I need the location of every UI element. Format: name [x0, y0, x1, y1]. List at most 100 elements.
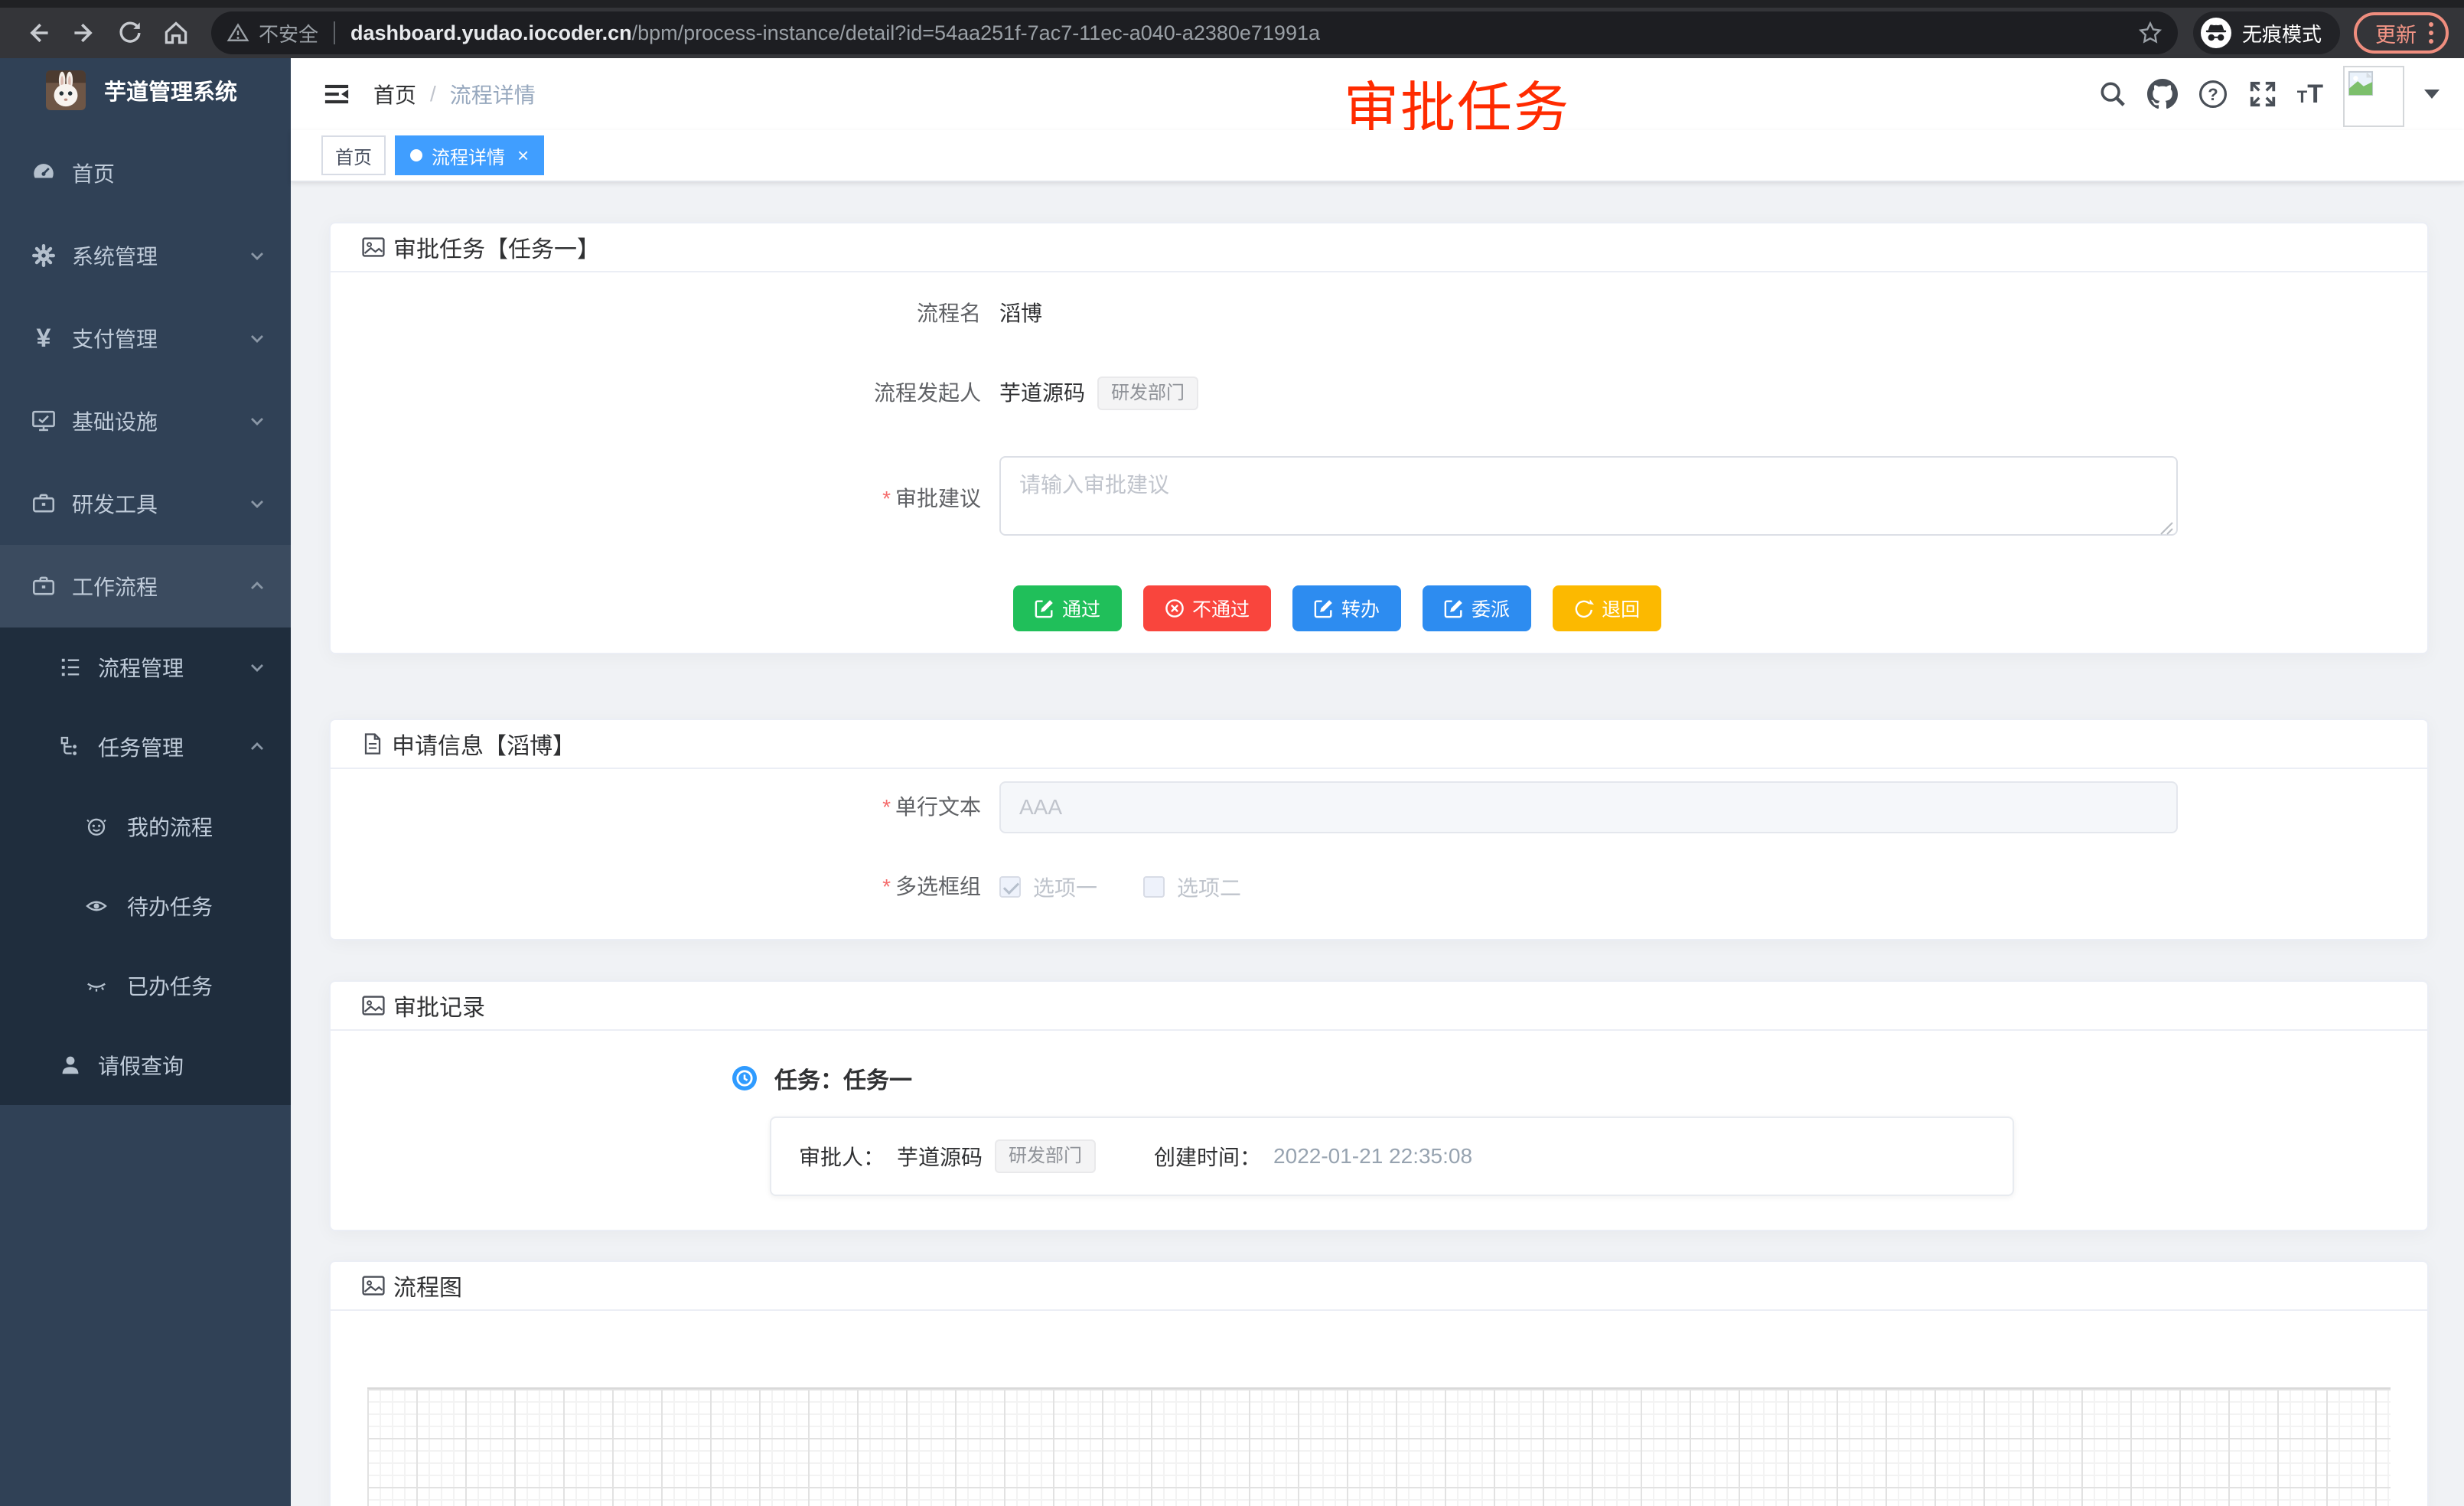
sidebar-item-devtools[interactable]: 研发工具: [0, 462, 291, 545]
svg-text:?: ?: [2208, 85, 2218, 104]
omnibox-divider: [334, 21, 335, 44]
field-value: 滔博: [999, 297, 1042, 331]
avatar[interactable]: [2343, 66, 2404, 127]
sidebar-item-home[interactable]: 首页: [0, 132, 291, 214]
broken-image-icon: [2348, 70, 2374, 96]
sidebar-item-infrastructure[interactable]: 基础设施: [0, 380, 291, 462]
card-body: [331, 1311, 2427, 1506]
person-icon: [58, 1053, 83, 1077]
security-status[interactable]: 不安全: [227, 19, 318, 47]
github-icon[interactable]: [2147, 79, 2178, 109]
return-button[interactable]: 退回: [1553, 585, 1661, 631]
bookmark-button[interactable]: [2138, 21, 2163, 45]
navbar-actions: ? TT: [2098, 58, 2440, 130]
reject-button[interactable]: 不通过: [1143, 585, 1271, 631]
checkbox-option-2: 选项二: [1143, 872, 1241, 902]
chevron-down-icon: [248, 246, 266, 265]
delegate-button[interactable]: 委派: [1423, 585, 1531, 631]
required-mark: *: [882, 875, 891, 898]
window-frame: [0, 0, 2464, 8]
sidebar-item-label: 系统管理: [72, 240, 233, 271]
sidebar-item-leave-query[interactable]: 请假查询: [0, 1025, 291, 1105]
form-row-suggestion: *审批建议: [331, 456, 2427, 541]
checkbox-label: 选项二: [1177, 872, 1241, 902]
fullscreen-icon[interactable]: [2248, 80, 2277, 109]
home-button[interactable]: [153, 11, 199, 54]
required-mark: *: [882, 487, 891, 510]
breadcrumb-home[interactable]: 首页: [373, 79, 416, 109]
tag-close-icon[interactable]: ×: [517, 144, 529, 168]
chevron-down-icon: [248, 658, 266, 676]
font-size-icon[interactable]: TT: [2297, 81, 2323, 107]
sidebar-item-task-mgmt[interactable]: 任务管理: [0, 707, 291, 787]
url-text[interactable]: dashboard.yudao.iocoder.cn/bpm/process-i…: [350, 21, 2126, 45]
sidebar-item-workflow[interactable]: 工作流程: [0, 545, 291, 628]
warning-icon: [227, 21, 249, 44]
briefcase-icon: [31, 573, 57, 599]
address-bar[interactable]: 不安全 dashboard.yudao.iocoder.cn/bpm/proce…: [211, 11, 2178, 54]
yen-icon: ¥: [31, 324, 57, 354]
form-row-text: *单行文本: [331, 781, 2427, 833]
card-title: 审批记录: [393, 989, 485, 1022]
sidebar-menu: 首页 系统管理 ¥ 支付管理 基础设施 研发工具: [0, 122, 291, 1105]
toolbox-icon: [31, 491, 57, 517]
picture-icon: [361, 235, 386, 259]
chevron-down-icon: [248, 494, 266, 513]
page-content: 审批任务【任务一】 流程名 滔博 流程发起人 芋道源码 研发部门: [291, 182, 2464, 1506]
tag-home[interactable]: 首页: [321, 135, 386, 175]
clock-icon: [732, 1065, 758, 1091]
apply-info-card: 申请信息【滔博】 *单行文本 *多选框组 选项一: [329, 719, 2429, 940]
sidebar-item-done-tasks[interactable]: 已办任务: [0, 946, 291, 1025]
sidebar-item-todo-tasks[interactable]: 待办任务: [0, 866, 291, 946]
sidebar-item-label: 工作流程: [72, 571, 233, 601]
card-body: 流程名 滔博 流程发起人 芋道源码 研发部门 *审批建议: [331, 272, 2427, 653]
edit-icon: [1035, 598, 1054, 618]
sidebar-item-label: 请假查询: [98, 1050, 266, 1081]
field-label: 流程名: [331, 297, 999, 331]
task-detail-box: 审批人： 芋道源码 研发部门 创建时间： 2022-01-21 22:35:08: [770, 1116, 2014, 1196]
forward-button[interactable]: [61, 11, 107, 54]
resize-handle-icon[interactable]: [2159, 521, 2173, 535]
card-header: 审批任务【任务一】: [331, 223, 2427, 272]
transfer-button[interactable]: 转办: [1292, 585, 1401, 631]
chevron-up-icon: [248, 577, 266, 595]
dashboard-icon: [31, 160, 57, 186]
picture-icon: [361, 1273, 386, 1298]
browser-menu-update-button[interactable]: 更新: [2354, 12, 2449, 54]
sidebar-item-label: 任务管理: [98, 732, 233, 762]
sidebar-item-label: 流程管理: [98, 652, 233, 683]
card-title: 流程图: [393, 1269, 462, 1302]
search-icon[interactable]: [2098, 80, 2127, 109]
sidebar-toggle-button[interactable]: [312, 70, 361, 119]
field-label: *审批建议: [331, 482, 999, 516]
sidebar-item-payment[interactable]: ¥ 支付管理: [0, 297, 291, 380]
card-body: 任务：任务一 审批人： 芋道源码 研发部门 创建时间： 2022-01-21 2…: [331, 1031, 2427, 1230]
chevron-down-icon: [248, 412, 266, 430]
required-mark: *: [882, 795, 891, 819]
browser-chrome: 不安全 dashboard.yudao.iocoder.cn/bpm/proce…: [0, 0, 2464, 58]
back-button[interactable]: [15, 11, 61, 54]
bpmn-canvas-grid[interactable]: [367, 1387, 2391, 1506]
top-navbar: 首页 / 流程详情 审批任务 ? TT: [291, 58, 2464, 130]
field-label: 流程发起人: [331, 376, 999, 410]
caret-down-icon[interactable]: [2424, 90, 2440, 99]
eye-closed-icon: [84, 973, 109, 998]
field-label: *多选框组: [331, 870, 999, 904]
approve-button[interactable]: 通过: [1013, 585, 1122, 631]
sidebar-logo[interactable]: 芋道管理系统: [0, 58, 291, 122]
single-line-text-input: [999, 781, 2178, 833]
forward-icon: [70, 19, 98, 47]
browser-menu-icon[interactable]: [2429, 22, 2433, 44]
eye-open-icon: [84, 894, 109, 918]
help-icon[interactable]: ?: [2198, 79, 2228, 109]
breadcrumb-separator: /: [430, 82, 436, 106]
sidebar-item-my-process[interactable]: 我的流程: [0, 787, 291, 866]
card-title: 申请信息【滔博】: [392, 727, 575, 761]
sidebar-item-process-mgmt[interactable]: 流程管理: [0, 628, 291, 707]
suggestion-textarea[interactable]: [999, 456, 2178, 536]
tag-process-detail[interactable]: 流程详情 ×: [395, 135, 544, 175]
created-label: 创建时间：: [1154, 1141, 1261, 1172]
reload-button[interactable]: [107, 11, 153, 54]
sidebar-item-system[interactable]: 系统管理: [0, 214, 291, 297]
checkbox-label: 选项一: [1033, 872, 1097, 902]
